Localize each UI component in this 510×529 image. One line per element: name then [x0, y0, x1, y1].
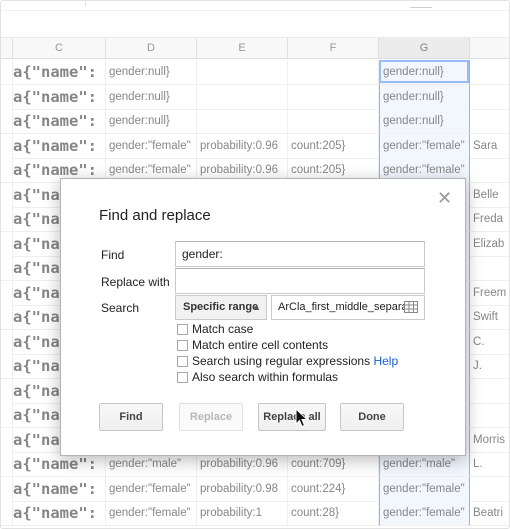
close-icon[interactable]: ✕ — [437, 189, 452, 207]
replace-all-button[interactable]: Replace all — [258, 403, 326, 431]
select-range-icon[interactable] — [404, 301, 418, 313]
replace-button[interactable]: Replace — [179, 403, 243, 431]
search-formulas-label: Also search within formulas — [192, 370, 339, 384]
find-replace-dialog: Find and replace ✕ Find Replace with Sea… — [60, 178, 466, 456]
help-link[interactable]: Help — [373, 354, 398, 368]
regex-label-group: Search using regular expressions Help — [192, 354, 398, 368]
regex-checkbox[interactable] — [177, 356, 188, 367]
match-case-checkbox[interactable] — [177, 324, 188, 335]
search-formulas-checkbox[interactable] — [177, 372, 188, 383]
match-case-label: Match case — [192, 322, 254, 336]
search-label: Search — [101, 301, 140, 315]
find-button[interactable]: Find — [99, 403, 163, 431]
replace-input[interactable] — [175, 268, 425, 294]
updown-arrows-icon: ▲ — [252, 302, 261, 312]
mouse-cursor-icon — [295, 408, 309, 428]
regex-label: Search using regular expressions — [192, 354, 371, 368]
range-value: ArCla_first_middle_separa — [278, 301, 408, 313]
dialog-title: Find and replace — [99, 207, 211, 224]
find-label: Find — [101, 248, 125, 262]
match-entire-cell-checkbox[interactable] — [177, 340, 188, 351]
search-scope-value: Specific range — [183, 301, 259, 313]
search-scope-select[interactable]: Specific range ▲ — [175, 295, 267, 320]
match-entire-cell-label: Match entire cell contents — [192, 338, 329, 352]
find-input[interactable] — [175, 241, 425, 267]
replace-label: Replace with — [101, 275, 170, 289]
done-button[interactable]: Done — [340, 403, 404, 431]
range-input[interactable]: ArCla_first_middle_separa — [271, 295, 425, 320]
